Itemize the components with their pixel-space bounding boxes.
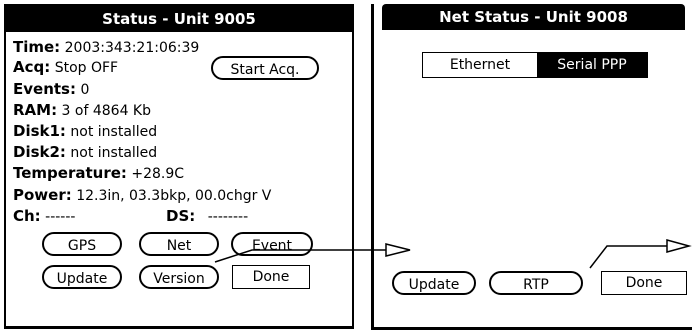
arrow-head-icon [385, 243, 411, 257]
arrow-head-icon [666, 239, 692, 253]
rtp-arrow-line [589, 245, 667, 269]
net-to-window-arrow-line [214, 249, 386, 263]
connector-arrows [214, 239, 692, 269]
